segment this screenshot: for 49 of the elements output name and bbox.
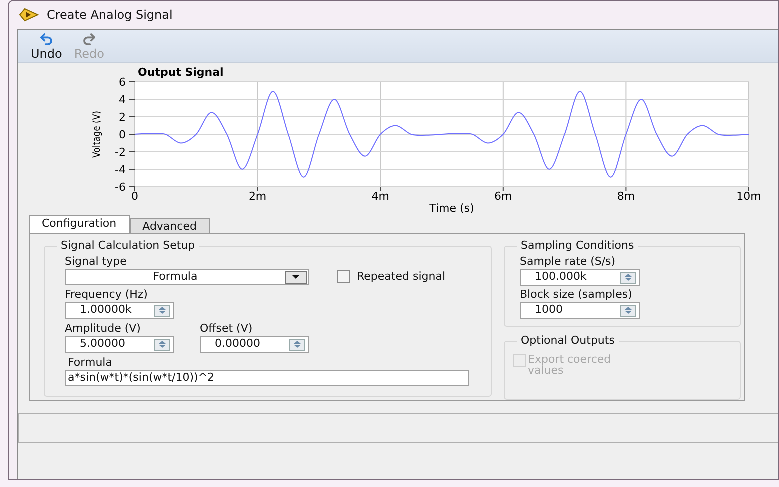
checkbox[interactable] — [337, 270, 350, 284]
spinner-buttons[interactable] — [620, 272, 636, 284]
formula-field[interactable]: a*sin(w*t)*(sin(w*t/10))^2 — [65, 370, 469, 386]
signal-type-dropdown[interactable]: Formula — [65, 269, 309, 285]
group-title: Signal Calculation Setup — [57, 239, 200, 253]
axis-tick-label: -2 — [115, 146, 126, 159]
axis-tick-label: -4 — [115, 164, 126, 176]
spinner-buttons[interactable] — [154, 304, 170, 316]
field-label: Amplitude (V) — [65, 322, 142, 336]
field-label: Offset (V) — [200, 322, 254, 336]
spinner-buttons[interactable] — [620, 304, 636, 316]
axis-tick-label: 6m — [494, 190, 512, 203]
checkbox-label: Repeated signal — [357, 268, 446, 284]
group-title: Optional Outputs — [517, 334, 619, 348]
field-label: Signal type — [65, 255, 128, 269]
undo-icon — [39, 32, 54, 47]
window-title: Create Analog Signal — [47, 7, 173, 24]
axis-tick-label: 2m — [248, 190, 267, 203]
numeric-field[interactable]: 1000 — [520, 302, 640, 319]
axis-tick-label: 8m — [617, 190, 636, 203]
axis-tick-label: 0 — [132, 190, 138, 203]
tab[interactable]: Advanced — [130, 218, 210, 233]
axis-tick-label: 6 — [119, 76, 126, 89]
spinner-buttons[interactable] — [154, 338, 170, 350]
numeric-field[interactable]: 100.000k — [520, 269, 640, 286]
toolbar-button[interactable]: Undo — [30, 32, 64, 61]
field-label: Block size (samples) — [520, 288, 634, 302]
axis-tick-label: 4 — [119, 94, 126, 106]
group-title: Sampling Conditions — [517, 239, 638, 253]
field-label: Frequency (Hz) — [65, 288, 149, 302]
numeric-field[interactable]: 5.00000 — [65, 336, 174, 353]
field-label: Formula — [67, 356, 114, 370]
y-axis-label: Voltage (V) — [91, 111, 104, 158]
tab[interactable]: Configuration — [29, 215, 130, 233]
dropdown-icon — [285, 270, 307, 284]
axis-tick-label: 10m — [736, 190, 762, 203]
app-icon — [19, 8, 39, 22]
x-axis-label: Time (s) — [430, 202, 474, 215]
redo-icon — [82, 32, 97, 47]
axis-tick-label: 0 — [119, 128, 126, 142]
numeric-field[interactable]: 1.00000k — [65, 302, 174, 319]
axis-tick-label: 2 — [119, 111, 126, 124]
spinner-buttons[interactable] — [289, 338, 305, 350]
chart-title: Output Signal — [138, 66, 224, 79]
axis-tick-label: -6 — [115, 181, 126, 194]
axis-tick-label: 4m — [372, 190, 390, 203]
numeric-field[interactable]: 0.00000 — [200, 336, 309, 353]
checkbox-label: Export coerced values — [528, 354, 612, 376]
field-label: Sample rate (S/s) — [520, 255, 617, 269]
